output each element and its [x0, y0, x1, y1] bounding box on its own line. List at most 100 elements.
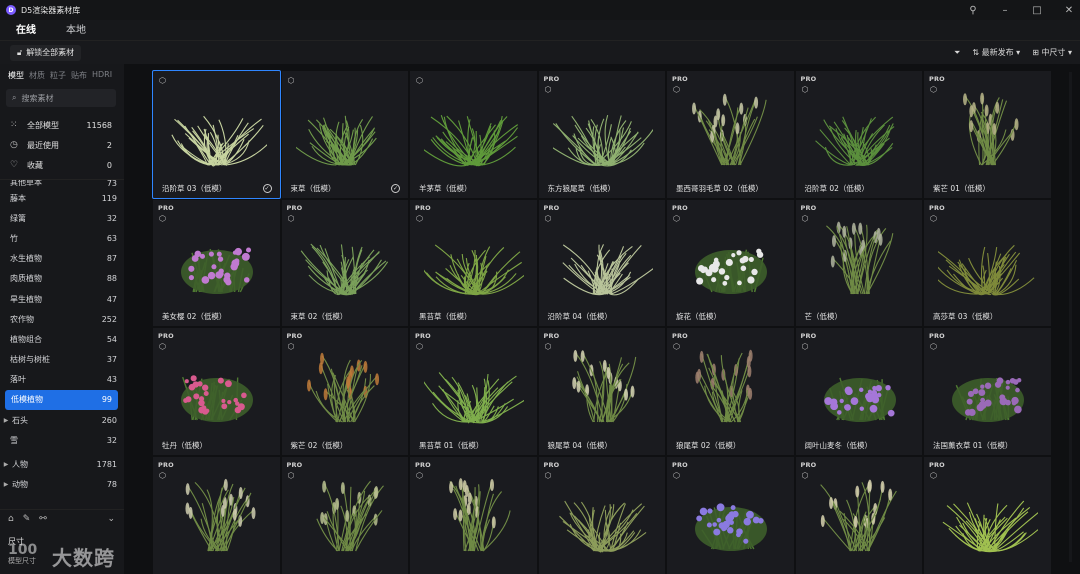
asset-card[interactable]: ⬡ 羊茅草（低模） [409, 70, 538, 199]
asset-card[interactable]: ⬡ 束草（低模） ✓ [280, 70, 409, 199]
size-label: 中尺寸 [1041, 48, 1066, 57]
tab-particle[interactable]: 粒子 [50, 70, 66, 81]
filter-icon[interactable]: ⏷ [954, 48, 960, 58]
asset-card[interactable]: PRO ⬡ [280, 455, 409, 574]
pin-icon[interactable]: ⚲ [968, 5, 978, 16]
category-item[interactable]: 农作物 252 [0, 309, 124, 329]
asset-name: 紫芒 01（低模） [933, 183, 990, 193]
asset-thumbnail [424, 372, 524, 424]
asset-card[interactable]: PRO ⬡ 紫芒 01（低模） [923, 70, 1052, 199]
nav-favorites[interactable]: ♡ 收藏 0 [0, 155, 124, 175]
category-item[interactable]: 肉质植物 88 [0, 269, 124, 289]
tab-online[interactable]: 在线 [16, 20, 36, 41]
nav-count: 0 [106, 160, 112, 170]
category-item[interactable]: 其他草本 73 [0, 180, 124, 188]
search-placeholder: 搜索素材 [21, 93, 54, 103]
category-item-selected[interactable]: 低模植物 99 [5, 389, 118, 411]
tab-material[interactable]: 材质 [29, 70, 45, 81]
pro-badge: PRO [800, 75, 817, 83]
asset-card[interactable]: PRO ⬡ 牡丹（低模） [152, 327, 281, 456]
asset-card[interactable]: PRO ⬡ 沿阶草 04（低模） [537, 198, 666, 327]
nav-recent[interactable]: ◷ 最近使用 2 [0, 135, 124, 155]
asset-card[interactable]: PRO ⬡ [152, 455, 281, 574]
downloaded-check-icon: ✓ [262, 183, 272, 193]
tab-local[interactable]: 本地 [66, 20, 86, 41]
pro-badge: PRO [543, 332, 560, 340]
category-label: 旱生植物 [10, 294, 42, 304]
model-cube-icon: ⬡ [159, 470, 166, 480]
asset-thumbnail [558, 500, 646, 552]
grid-icon: ⁙ [10, 120, 18, 130]
category-item[interactable]: ▶ 动物 78 [0, 475, 124, 495]
category-item[interactable]: 旱生植物 47 [0, 289, 124, 309]
category-item[interactable]: ▶ 石头 260 [0, 410, 124, 430]
pro-badge: PRO [415, 460, 431, 469]
category-label: 水生植物 [10, 254, 42, 264]
expand-arrow-icon[interactable]: ▶ [0, 417, 12, 424]
tab-model[interactable]: 模型 [8, 70, 24, 81]
model-cube-icon: ⬡ [159, 213, 166, 223]
asset-card[interactable]: PRO ⬡ 东方狼尾草（低模） [537, 70, 666, 199]
scrollbar[interactable] [1069, 72, 1072, 562]
asset-card[interactable]: PRO ⬡ 狼尾草 04（低模） [537, 327, 666, 456]
maximize-icon[interactable]: □ [1032, 5, 1042, 16]
tag-icon[interactable]: ⌂ [8, 514, 14, 524]
lock-icon: 🔓︎ [17, 47, 23, 57]
asset-card[interactable]: PRO ⬡ 高莎草 03（低模） [923, 198, 1052, 327]
link-icon[interactable]: ⚯ [39, 514, 47, 524]
nav-all-models[interactable]: ⁙ 全部模型 11568 [0, 115, 124, 135]
category-item[interactable]: 藤本 119 [0, 188, 124, 208]
asset-card[interactable]: PRO ⬡ [537, 455, 666, 574]
category-count: 119 [101, 193, 117, 203]
asset-thumbnail [449, 477, 511, 551]
asset-card[interactable]: PRO ⬡ 美女樱 02（低模） [152, 198, 281, 327]
asset-card[interactable]: PRO ⬡ [666, 455, 795, 574]
asset-card[interactable]: ⬡ 沿阶草 03（低模） ✓ [152, 70, 281, 199]
nav-count: 11568 [86, 120, 112, 130]
pro-badge: PRO [158, 460, 174, 469]
category-item[interactable]: 绿篱 32 [0, 208, 124, 228]
category-item[interactable]: 枯树与树桩 37 [0, 350, 124, 370]
asset-card[interactable]: PRO ⬡ [923, 455, 1052, 574]
minimize-icon[interactable]: – [1000, 5, 1010, 16]
asset-card[interactable]: PRO ⬡ 紫芒 02（低模） [280, 327, 409, 456]
asset-card[interactable]: PRO ⬡ 芒（低模） [794, 198, 923, 327]
edit-icon[interactable]: ✎ [23, 514, 31, 524]
asset-card[interactable]: PRO ⬡ 法国薰衣草 01（低模） [923, 327, 1052, 456]
sort-dropdown[interactable]: ⇅ 最新发布 ▾ [972, 47, 1020, 58]
chevron-down-icon[interactable]: ⌄ [107, 514, 115, 524]
asset-card[interactable]: PRO ⬡ 沿阶草 02（低模） [794, 70, 923, 199]
model-cube-icon: ⬡ [544, 85, 552, 94]
tab-hdri[interactable]: HDRI [92, 70, 112, 81]
category-item[interactable]: ▶ 人物 1781 [0, 454, 124, 474]
model-cube-icon: ⬡ [801, 213, 809, 223]
expand-arrow-icon[interactable]: ▶ [0, 481, 12, 488]
asset-card[interactable]: PRO ⬡ 旋花（低模） [666, 198, 795, 327]
close-icon[interactable]: ✕ [1064, 5, 1074, 16]
category-label: 其他草本 [10, 180, 42, 187]
asset-card[interactable]: PRO ⬡ 束草 02（低模） [280, 198, 409, 327]
asset-thumbnail [695, 349, 753, 423]
asset-card[interactable]: PRO ⬡ 阔叶山麦冬（低模） [794, 327, 923, 456]
category-item[interactable]: 雪 32 [0, 430, 124, 450]
expand-arrow-icon[interactable]: ▶ [0, 461, 12, 468]
asset-card[interactable]: PRO ⬡ 墨西哥羽毛草 02（低模） [666, 70, 795, 199]
asset-card[interactable]: PRO ⬡ [794, 455, 923, 574]
category-label: 雪 [10, 435, 18, 445]
asset-thumbnail [315, 480, 384, 551]
category-item[interactable]: 植物组合 54 [0, 329, 124, 349]
asset-name: 美女樱 02（低模） [162, 312, 227, 321]
search-input[interactable]: ⌕ 搜索素材 [6, 89, 116, 107]
category-item[interactable]: 竹 63 [0, 228, 124, 248]
size-dropdown[interactable]: ⊞ 中尺寸 ▾ [1032, 47, 1072, 58]
asset-card[interactable]: PRO ⬡ 黑苔草 01（低模） [409, 327, 538, 456]
asset-card[interactable]: PRO ⬡ [409, 455, 538, 574]
unlock-all-button[interactable]: 🔓︎ 解锁全部素材 [10, 44, 82, 61]
asset-card[interactable]: PRO ⬡ 黑苔草（低模） [409, 198, 538, 327]
category-item[interactable]: 落叶 43 [0, 370, 124, 390]
asset-card[interactable]: PRO ⬡ 狼尾草 02（低模） [666, 327, 795, 456]
asset-thumbnail [300, 243, 388, 295]
tab-decal[interactable]: 贴布 [71, 70, 87, 81]
history-icon: ◷ [10, 140, 18, 150]
category-item[interactable]: 水生植物 87 [0, 249, 124, 269]
